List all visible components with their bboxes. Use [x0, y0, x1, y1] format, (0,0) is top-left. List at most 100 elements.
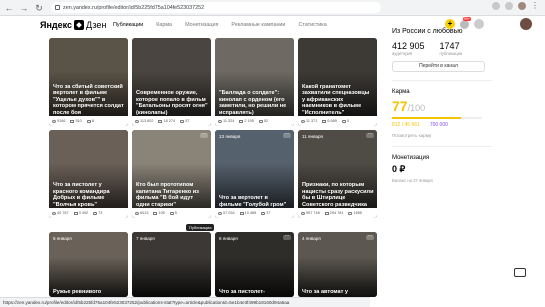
- card-title: Современное оружие, которое попало в фил…: [136, 90, 208, 116]
- logo-zen-text: Дзен: [86, 20, 107, 30]
- tab-publications[interactable]: Публикации: [113, 22, 143, 28]
- status-bar-url: https://zen.yandex.ru/profile/editor/id/…: [0, 297, 370, 307]
- comments-icon: [261, 211, 266, 215]
- browser-menu-icon[interactable]: ⋮: [531, 2, 539, 10]
- reads-count: 105: [158, 211, 165, 215]
- publication-card[interactable]: 11 января ··· Признаки, по которым нацис…: [298, 130, 377, 218]
- publication-card[interactable]: Что за сбитый советский вертолет в фильм…: [49, 38, 128, 126]
- tab-monetization[interactable]: Монетизация: [185, 22, 218, 28]
- views-count: 57 034: [223, 211, 235, 215]
- views-icon: [52, 211, 56, 215]
- chat-icon[interactable]: [514, 268, 526, 277]
- comments-icon: [258, 119, 263, 123]
- divider: [392, 146, 492, 147]
- card-stats: 40 787 3 492 73: [49, 208, 128, 218]
- comments-count: 8: [91, 119, 94, 123]
- comments-count: 37: [266, 211, 271, 215]
- karma-value: 77: [392, 98, 408, 114]
- card-stats: 957 748 294 781 1655: [298, 208, 377, 218]
- forward-icon[interactable]: →: [18, 2, 30, 14]
- lock-icon: [55, 5, 60, 10]
- card-title: Ружье ревнивого: [53, 288, 102, 295]
- comments-icon: [341, 119, 346, 123]
- card-title: Что за пистолет у красного командира Доб…: [53, 182, 110, 208]
- comments-icon: [169, 211, 174, 215]
- karma-part-b-value: 700 000: [429, 122, 448, 128]
- karma-progress-bar: [392, 117, 482, 119]
- publication-card[interactable]: Что за пистолет у красного командира Доб…: [49, 130, 128, 218]
- card-date: 6 января: [53, 236, 72, 241]
- publication-card[interactable]: "Баллада о солдате": кинолап с орденом (…: [215, 38, 294, 126]
- card-stats: 113 802 18 274 37: [132, 116, 211, 126]
- extension-icon[interactable]: [505, 2, 513, 10]
- publication-card[interactable]: 7 января: [132, 232, 211, 297]
- avatar[interactable]: [520, 18, 532, 30]
- channel-sidebar: Из России с любовью 412 905 аудитория 17…: [392, 28, 502, 183]
- views-icon: [218, 119, 222, 123]
- main-tabs: Публикации Карма Монетизация Рекламные к…: [113, 22, 340, 28]
- go-to-channel-button[interactable]: Перейти в канал: [392, 61, 485, 72]
- views-icon: [301, 211, 305, 215]
- tab-ad-campaigns[interactable]: Рекламные кампании: [231, 22, 285, 28]
- card-title: Что за пистолет-: [219, 288, 265, 295]
- reads-count: 18 274: [163, 119, 176, 123]
- balance-note: Баланс на 27 января: [392, 178, 433, 183]
- publication-card[interactable]: ··· Кто был прототипом капитана Титаренк…: [132, 130, 211, 218]
- publication-card[interactable]: 13 января ··· Что за вертолет в фильме "…: [215, 130, 294, 218]
- tab-statistics[interactable]: Статистика: [298, 22, 326, 28]
- card-menu-button[interactable]: ···: [366, 234, 374, 240]
- card-stats: 57 034 10 485 37: [215, 208, 294, 218]
- address-bar[interactable]: zen.yandex.ru/profile/editor/id/5b225fd7…: [51, 2, 381, 13]
- reads-icon: [153, 211, 158, 215]
- card-date: 13 января: [219, 134, 241, 139]
- divider: [392, 80, 492, 81]
- comments-icon: [180, 119, 185, 123]
- zen-logo[interactable]: Яндекс Дзен: [40, 20, 106, 30]
- monetization-heading: Монетизация: [392, 155, 430, 161]
- card-title: Что за сбитый советский вертолет в фильм…: [53, 83, 124, 116]
- views-count: 40 787: [57, 211, 69, 215]
- star-icon[interactable]: [492, 2, 500, 10]
- card-date: 6 января: [219, 236, 238, 241]
- publication-card[interactable]: 6 января ··· Что за пистолет-: [215, 232, 294, 297]
- card-stats: 11 324 2 195 52: [215, 116, 294, 126]
- channel-name: Из России с любовью: [392, 28, 463, 35]
- card-stats: 11 371 6 689 0: [298, 116, 377, 126]
- reload-icon[interactable]: ↻: [33, 2, 45, 14]
- card-menu-button[interactable]: ···: [283, 234, 291, 240]
- card-menu-button[interactable]: ···: [283, 132, 291, 138]
- card-menu-button[interactable]: ···: [200, 132, 208, 138]
- reads-count: 3 492: [78, 211, 89, 215]
- back-icon[interactable]: ←: [3, 2, 15, 14]
- comments-count: 1655: [353, 211, 362, 215]
- publication-card[interactable]: Современное оружие, которое попало в фил…: [132, 38, 211, 126]
- view-karma-link[interactable]: Посмотреть карму: [392, 133, 502, 138]
- notification-badge: 99+: [463, 16, 471, 21]
- reads-icon: [322, 119, 327, 123]
- reads-icon: [239, 211, 244, 215]
- comments-icon: [348, 211, 353, 215]
- karma-heading: Карма: [392, 89, 410, 95]
- comments-icon: [86, 119, 91, 123]
- reads-count: 6 689: [327, 119, 337, 123]
- comments-count: 37: [185, 119, 190, 123]
- card-date: 11 января: [302, 134, 324, 139]
- card-date: 7 января: [136, 236, 155, 241]
- browser-profile-icon[interactable]: [518, 2, 526, 10]
- views-icon: [301, 119, 305, 123]
- card-date: 4 января: [302, 236, 321, 241]
- views-count: 113 802: [140, 119, 154, 123]
- views-icon: [135, 211, 139, 215]
- card-title: Что за автомат у: [302, 288, 349, 295]
- reads-icon: [73, 211, 78, 215]
- publications-value: 1747: [439, 41, 460, 51]
- views-count: 957 748: [306, 211, 320, 215]
- tab-karma[interactable]: Карма: [156, 22, 172, 28]
- views-count: 11 371: [306, 119, 318, 123]
- card-menu-button[interactable]: ···: [366, 132, 374, 138]
- reads-count: 2 195: [244, 119, 254, 123]
- publication-card[interactable]: 6 января Ружье ревнивого: [49, 232, 128, 297]
- publication-card[interactable]: 4 января ··· Что за автомат у: [298, 232, 377, 297]
- publication-card[interactable]: Какой гранатомет захватили спецназовцы у…: [298, 38, 377, 126]
- views-count: 6013: [140, 211, 149, 215]
